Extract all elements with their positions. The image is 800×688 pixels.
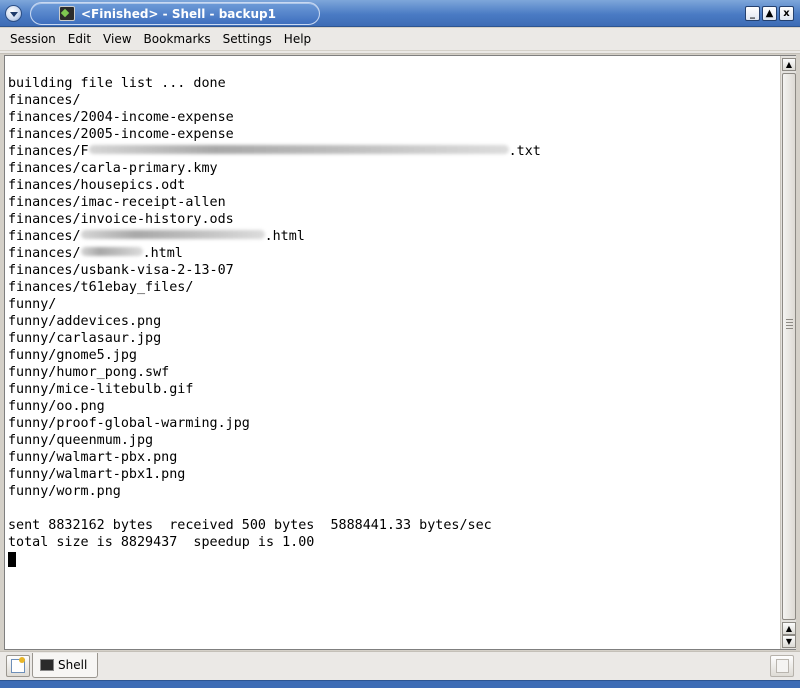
- scroll-up-button[interactable]: ▲: [782, 58, 796, 71]
- terminal-line-prefix: finances/F: [8, 144, 89, 159]
- maximize-button[interactable]: ▲: [762, 6, 777, 21]
- terminal-line: funny/walmart-pbx.png: [8, 450, 178, 465]
- terminal-line: funny/carlasaur.jpg: [8, 331, 162, 346]
- redacted-text: [80, 247, 143, 256]
- terminal-line: funny/mice-litebulb.gif: [8, 382, 194, 397]
- tab-label: Shell: [58, 658, 88, 672]
- menu-bar: Session Edit View Bookmarks Settings Hel…: [0, 28, 800, 50]
- close-tab-icon: [776, 659, 789, 673]
- terminal-line: finances/invoice-history.ods: [8, 212, 234, 227]
- terminal-line: funny/queenmum.jpg: [8, 433, 154, 448]
- close-session-button[interactable]: [770, 655, 794, 677]
- terminal-line-suffix: .html: [264, 229, 305, 244]
- terminal-line: finances/: [8, 93, 81, 108]
- menu-bookmarks[interactable]: Bookmarks: [138, 32, 217, 46]
- terminal-output[interactable]: building file list ... done finances/ fi…: [6, 57, 779, 648]
- window-title: <Finished> - Shell - backup1: [81, 7, 276, 21]
- scroll-grip-icon: [786, 319, 793, 331]
- konsole-app-icon: [59, 6, 75, 21]
- terminal-line-redacted: finances/ .html: [8, 228, 779, 245]
- terminal-prompt-line: [8, 551, 779, 568]
- menu-session[interactable]: Session: [4, 32, 62, 46]
- menu-edit[interactable]: Edit: [62, 32, 97, 46]
- terminal-line: finances/2005-income-expense: [8, 127, 234, 142]
- terminal-line: finances/t61ebay_files/: [8, 280, 194, 295]
- terminal-line: finances/housepics.odt: [8, 178, 186, 193]
- window-menu-icon[interactable]: [5, 5, 22, 22]
- terminal-line-prefix: finances/: [8, 229, 81, 244]
- tab-shell[interactable]: Shell: [32, 653, 98, 678]
- terminal-line: finances/usbank-visa-2-13-07: [8, 263, 234, 278]
- title-pill: <Finished> - Shell - backup1: [30, 2, 320, 25]
- menu-settings[interactable]: Settings: [217, 32, 278, 46]
- close-button[interactable]: x: [779, 6, 794, 21]
- redacted-text: [88, 145, 509, 154]
- new-tab-icon: [11, 657, 25, 673]
- terminal-line: finances/imac-receipt-allen: [8, 195, 226, 210]
- terminal-icon: [40, 659, 54, 671]
- menu-help[interactable]: Help: [278, 32, 317, 46]
- scroll-down-button[interactable]: ▼: [782, 635, 796, 648]
- redacted-text: [80, 230, 265, 239]
- scroll-thumb[interactable]: [782, 73, 796, 620]
- terminal-line-prefix: finances/: [8, 246, 81, 261]
- terminal-line: funny/addevices.png: [8, 314, 162, 329]
- terminal-line-redacted: finances/ .html: [8, 245, 779, 262]
- terminal-line-suffix: .txt: [508, 144, 541, 159]
- terminal-line: sent 8832162 bytes received 500 bytes 58…: [8, 518, 492, 533]
- terminal-line: funny/humor_pong.swf: [8, 365, 170, 380]
- title-bar[interactable]: <Finished> - Shell - backup1 _ ▲ x: [0, 0, 800, 27]
- vertical-scrollbar[interactable]: ▲ ▲ ▼: [780, 56, 796, 649]
- terminal-line: finances/carla-primary.kmy: [8, 161, 218, 176]
- minimize-button[interactable]: _: [745, 6, 760, 21]
- terminal-line: finances/2004-income-expense: [8, 110, 234, 125]
- terminal-line-redacted: finances/F .txt: [8, 143, 779, 160]
- terminal-line: funny/oo.png: [8, 399, 105, 414]
- terminal-line: funny/gnome5.jpg: [8, 348, 137, 363]
- terminal-line: funny/proof-global-warming.jpg: [8, 416, 250, 431]
- terminal-line: total size is 8829437 speedup is 1.00: [8, 535, 315, 550]
- terminal-frame: building file list ... done finances/ fi…: [4, 55, 796, 650]
- terminal-line-suffix: .html: [142, 246, 183, 261]
- terminal-line: funny/worm.png: [8, 484, 121, 499]
- window-bottom-border: [0, 680, 800, 688]
- menu-view[interactable]: View: [97, 32, 137, 46]
- new-session-button[interactable]: [6, 655, 30, 677]
- menu-separator: [0, 51, 800, 54]
- terminal-line: building file list ... done: [8, 76, 226, 91]
- terminal-cursor: [8, 551, 16, 567]
- terminal-line: funny/: [8, 297, 57, 312]
- terminal-line: funny/walmart-pbx1.png: [8, 467, 186, 482]
- scroll-up-button-bottom[interactable]: ▲: [782, 622, 796, 635]
